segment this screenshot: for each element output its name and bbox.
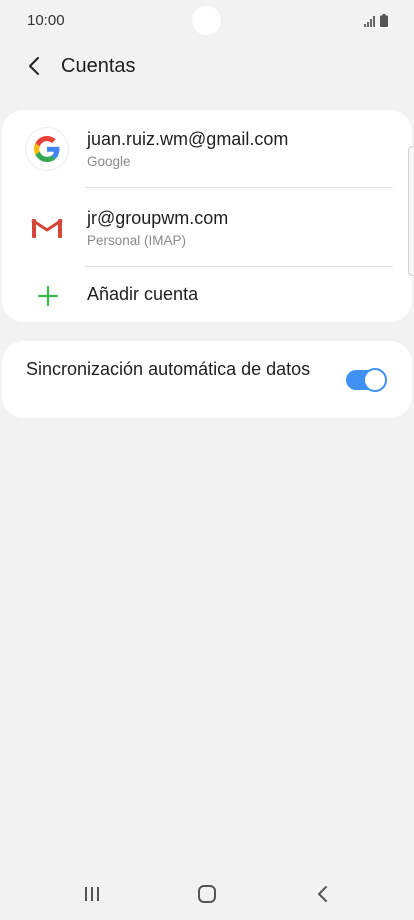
recents-icon bbox=[85, 887, 99, 901]
app-header: Cuentas bbox=[0, 46, 414, 88]
battery-icon bbox=[380, 14, 388, 27]
status-icons bbox=[364, 13, 388, 27]
recents-button[interactable] bbox=[77, 882, 107, 906]
gmail-icon bbox=[26, 207, 68, 249]
account-item-imap[interactable]: jr@groupwm.com Personal (IMAP) bbox=[2, 189, 412, 267]
add-account-button[interactable]: Añadir cuenta bbox=[2, 267, 412, 322]
scroll-indicator[interactable] bbox=[408, 146, 414, 276]
toggle-thumb bbox=[363, 368, 387, 392]
account-email: jr@groupwm.com bbox=[87, 208, 229, 228]
google-icon bbox=[26, 128, 68, 170]
account-type: Personal (IMAP) bbox=[87, 233, 187, 248]
sync-label: Sincronización automática de datos bbox=[26, 359, 311, 379]
account-email: juan.ruiz.wm@gmail.com bbox=[87, 129, 289, 149]
chevron-left-icon bbox=[29, 57, 39, 75]
status-time: 10:00 bbox=[27, 12, 65, 29]
nav-bar bbox=[0, 870, 414, 920]
accounts-card: juan.ruiz.wm@gmail.com Google jr@groupwm… bbox=[2, 110, 412, 322]
back-icon bbox=[318, 886, 327, 902]
sync-toggle[interactable] bbox=[346, 368, 387, 392]
account-type: Google bbox=[87, 154, 131, 169]
home-icon bbox=[198, 885, 216, 903]
signal-icon bbox=[364, 16, 375, 27]
camera-cutout bbox=[192, 6, 221, 35]
add-account-label: Añadir cuenta bbox=[87, 284, 199, 304]
accounts-screen: 10:00 Cuentas juan.ruiz.wm@gmail.com Goo… bbox=[0, 0, 414, 920]
account-item-google[interactable]: juan.ruiz.wm@gmail.com Google bbox=[2, 110, 412, 188]
back-button[interactable] bbox=[20, 52, 48, 80]
plus-icon bbox=[37, 285, 59, 307]
page-title: Cuentas bbox=[61, 55, 136, 77]
home-button[interactable] bbox=[192, 882, 222, 906]
divider bbox=[85, 187, 393, 188]
nav-back-button[interactable] bbox=[308, 882, 338, 906]
status-bar: 10:00 bbox=[0, 0, 414, 42]
sync-card[interactable]: Sincronización automática de datos bbox=[2, 341, 412, 418]
